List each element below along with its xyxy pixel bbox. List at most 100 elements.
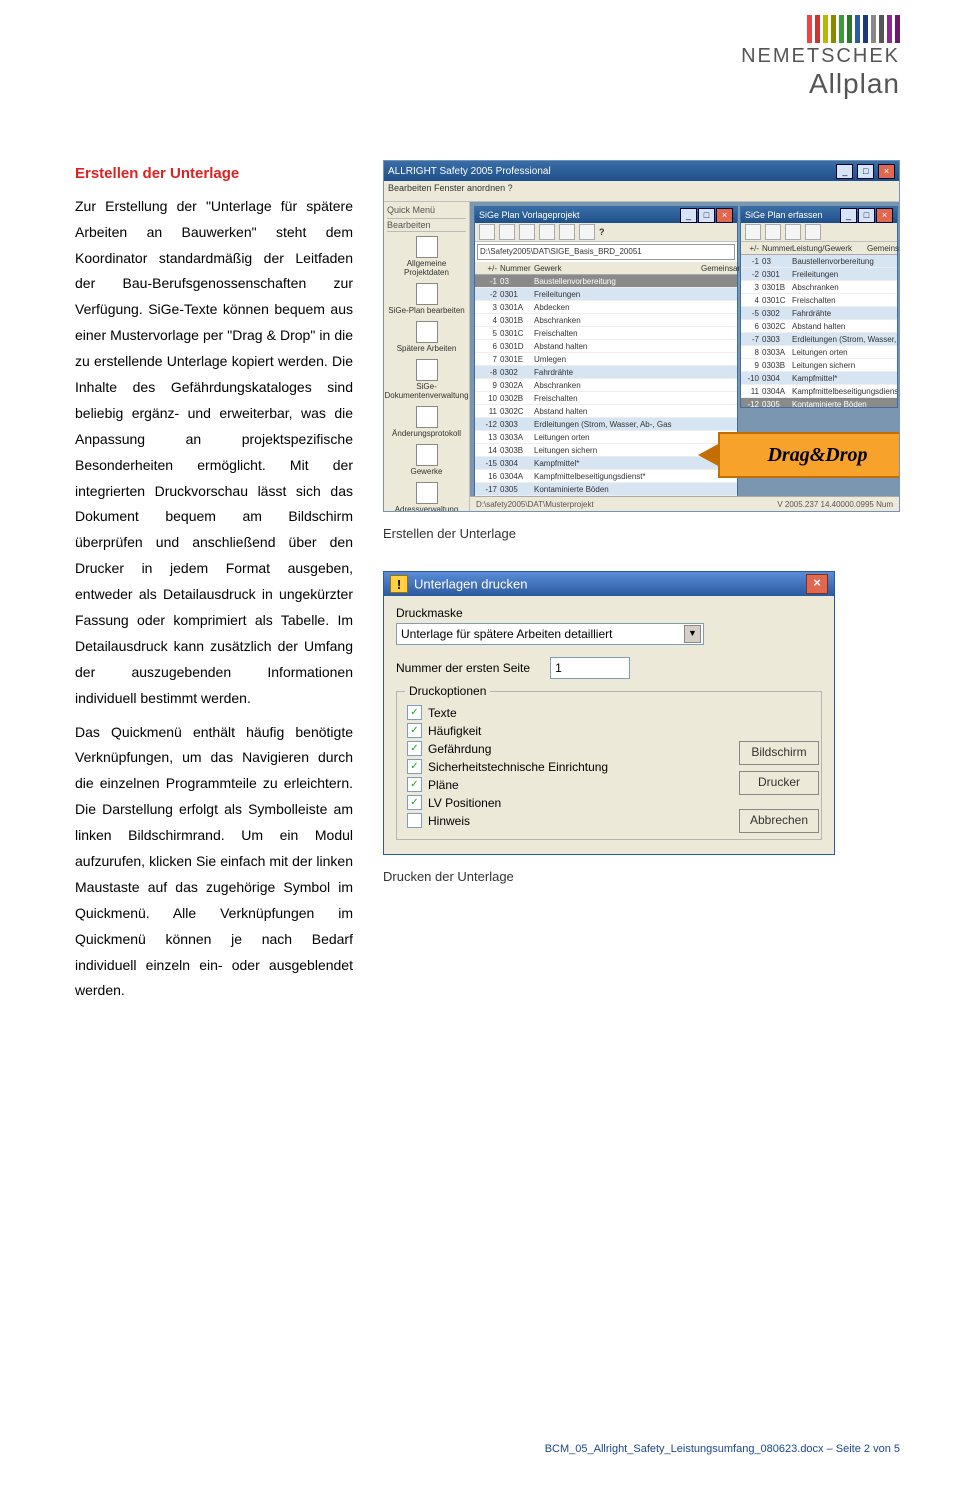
col-header[interactable]: Gemeinsamkeit bbox=[867, 244, 897, 253]
win2-toolbar bbox=[741, 223, 897, 242]
quickmenu-icon bbox=[416, 283, 438, 305]
quickmenu-item[interactable]: Änderungsprotokoll bbox=[387, 406, 466, 438]
table-row[interactable]: -120305Kontaminierte Böden bbox=[741, 398, 897, 407]
mask-label: Druckmaske bbox=[396, 606, 822, 620]
maximize-button[interactable]: □ bbox=[857, 164, 874, 179]
toolbar-button[interactable] bbox=[579, 224, 595, 240]
table-row[interactable]: -103Baustellenvorbereitung bbox=[741, 255, 897, 268]
table-row[interactable]: -120303Erdleitungen (Strom, Wasser, Ab-,… bbox=[475, 418, 737, 431]
col-header[interactable]: Gemeinsamkeit bbox=[701, 264, 737, 273]
table-row[interactable]: 50301CFreischalten bbox=[475, 327, 737, 340]
quickmenu-label: Spätere Arbeiten bbox=[397, 344, 457, 353]
col-header[interactable]: +/- bbox=[475, 264, 500, 273]
toolbar-button[interactable] bbox=[785, 224, 801, 240]
table-row[interactable]: -103Baustellenvorbereitung bbox=[475, 275, 737, 288]
table-row[interactable]: 60301DAbstand halten bbox=[475, 340, 737, 353]
app-title: ALLRIGHT Safety 2005 Professional bbox=[388, 166, 551, 177]
quickmenu-label: SiGe-Plan bearbeiten bbox=[388, 306, 465, 315]
win1-max[interactable]: □ bbox=[698, 208, 715, 223]
table-row[interactable]: 80303ALeitungen orten bbox=[741, 346, 897, 359]
checkbox-label: Gefährdung bbox=[428, 742, 491, 756]
checkbox-label: Texte bbox=[428, 706, 457, 720]
dialog-title: Unterlagen drucken bbox=[414, 577, 527, 592]
checkbox-label: Sicherheitstechnische Einrichtung bbox=[428, 760, 608, 774]
toolbar-button[interactable] bbox=[559, 224, 575, 240]
minimize-button[interactable]: _ bbox=[836, 164, 853, 179]
quickmenu-item[interactable]: SiGe-Dokumentenverwaltung bbox=[387, 359, 466, 400]
print-button[interactable]: Drucker bbox=[739, 771, 819, 795]
dialog-close-button[interactable]: × bbox=[806, 574, 828, 594]
dialog-titlebar[interactable]: !Unterlagen drucken × bbox=[384, 572, 834, 596]
menubar[interactable]: Bearbeiten Fenster anordnen ? bbox=[384, 181, 899, 202]
quickmenu-icon bbox=[416, 482, 438, 504]
table-row[interactable]: 110304AKampfmittelbeseitigungsdienst* bbox=[741, 385, 897, 398]
close-button[interactable]: × bbox=[878, 164, 895, 179]
col-header[interactable]: Nummer bbox=[500, 264, 534, 273]
win1-min[interactable]: _ bbox=[680, 208, 697, 223]
win2-max[interactable]: □ bbox=[858, 208, 875, 223]
win2-min[interactable]: _ bbox=[840, 208, 857, 223]
chevron-down-icon[interactable]: ▼ bbox=[684, 625, 701, 643]
table-row[interactable]: 90302AAbschranken bbox=[475, 379, 737, 392]
page-footer: BCM_05_Allright_Safety_Leistungsumfang_0… bbox=[545, 1443, 900, 1455]
quickmenu-label: SiGe-Dokumentenverwaltung bbox=[384, 382, 468, 400]
dragdrop-annotation: Drag&Drop bbox=[718, 432, 900, 478]
col-header[interactable]: Leistung/Gewerk bbox=[792, 244, 867, 253]
toolbar-button[interactable] bbox=[479, 224, 495, 240]
help-icon[interactable]: ? bbox=[599, 227, 605, 237]
quickmenu-label: Änderungsprotokoll bbox=[392, 429, 461, 438]
table-row[interactable]: 90303BLeitungen sichern bbox=[741, 359, 897, 372]
checkbox-icon: ✓ bbox=[407, 813, 422, 828]
toolbar-button[interactable] bbox=[499, 224, 515, 240]
table-row[interactable]: 40301BAbschranken bbox=[475, 314, 737, 327]
table-row[interactable]: -170305Kontaminierte Böden bbox=[475, 483, 737, 496]
toolbar-button[interactable] bbox=[539, 224, 555, 240]
quickmenu-item[interactable]: Allgemeine Projektdaten bbox=[387, 236, 466, 277]
quickmenu-icon bbox=[416, 444, 438, 466]
brand-logo: NEMETSCHEK Allplan bbox=[741, 15, 900, 100]
table-row[interactable]: -20301Freileitungen bbox=[741, 268, 897, 281]
quickmenu-item[interactable]: Adressverwaltung bbox=[387, 482, 466, 512]
article-heading: Erstellen der Unterlage bbox=[75, 160, 353, 188]
mdi-window-erfassen[interactable]: SiGe Plan erfassen _□× +/- bbox=[740, 206, 898, 408]
win1-path: D:\Safety2005\DAT\SIGE_Basis_BRD_20051 bbox=[477, 244, 735, 260]
table-row[interactable]: 40301CFreischalten bbox=[741, 294, 897, 307]
app-titlebar[interactable]: ALLRIGHT Safety 2005 Professional _ □ × bbox=[384, 161, 899, 181]
table-row[interactable]: -20301Freileitungen bbox=[475, 288, 737, 301]
quickmenu-item[interactable]: SiGe-Plan bearbeiten bbox=[387, 283, 466, 315]
table-row[interactable]: -80302Fahrdrähte bbox=[475, 366, 737, 379]
checkbox-icon: ✓ bbox=[407, 723, 422, 738]
col-header[interactable]: +/- bbox=[741, 244, 762, 253]
checkbox-option[interactable]: ✓LV Positionen bbox=[407, 795, 811, 810]
toolbar-button[interactable] bbox=[745, 224, 761, 240]
cancel-button[interactable]: Abbrechen bbox=[739, 809, 819, 833]
checkbox-option[interactable]: ✓Texte bbox=[407, 705, 811, 720]
win2-close[interactable]: × bbox=[876, 208, 893, 223]
table-row[interactable]: -100304Kampfmittel* bbox=[741, 372, 897, 385]
checkbox-option[interactable]: ✓Häufigkeit bbox=[407, 723, 811, 738]
table-row[interactable]: 100302BFreischalten bbox=[475, 392, 737, 405]
col-header[interactable]: Gewerk bbox=[534, 264, 701, 273]
table-row[interactable]: 30301AAbdecken bbox=[475, 301, 737, 314]
group-legend: Druckoptionen bbox=[405, 684, 490, 698]
quickmenu-item[interactable]: Gewerke bbox=[387, 444, 466, 476]
toolbar-button[interactable] bbox=[765, 224, 781, 240]
table-row[interactable]: 70301EUmlegen bbox=[475, 353, 737, 366]
table-row[interactable]: 160304AKampfmittelbeseitigungsdienst* bbox=[475, 470, 737, 483]
checkbox-label: LV Positionen bbox=[428, 796, 501, 810]
table-row[interactable]: -70303Erdleitungen (Strom, Wasser, Ab-, … bbox=[741, 333, 897, 346]
col-header[interactable]: Nummer bbox=[762, 244, 792, 253]
mask-combobox[interactable]: Unterlage für spätere Arbeiten detaillie… bbox=[396, 623, 704, 645]
table-row[interactable]: 60302CAbstand halten bbox=[741, 320, 897, 333]
table-row[interactable]: -50302Fahrdrähte bbox=[741, 307, 897, 320]
table-row[interactable]: 110302CAbstand halten bbox=[475, 405, 737, 418]
caption-1: Erstellen der Unterlage bbox=[383, 526, 900, 541]
quickmenu-item[interactable]: Spätere Arbeiten bbox=[387, 321, 466, 353]
firstpage-input[interactable]: 1 bbox=[550, 657, 630, 679]
toolbar-button[interactable] bbox=[805, 224, 821, 240]
win1-title: SiGe Plan Vorlageprojekt bbox=[479, 210, 580, 220]
table-row[interactable]: 30301BAbschranken bbox=[741, 281, 897, 294]
screen-button[interactable]: Bildschirm bbox=[739, 741, 819, 765]
win1-close[interactable]: × bbox=[716, 208, 733, 223]
toolbar-button[interactable] bbox=[519, 224, 535, 240]
